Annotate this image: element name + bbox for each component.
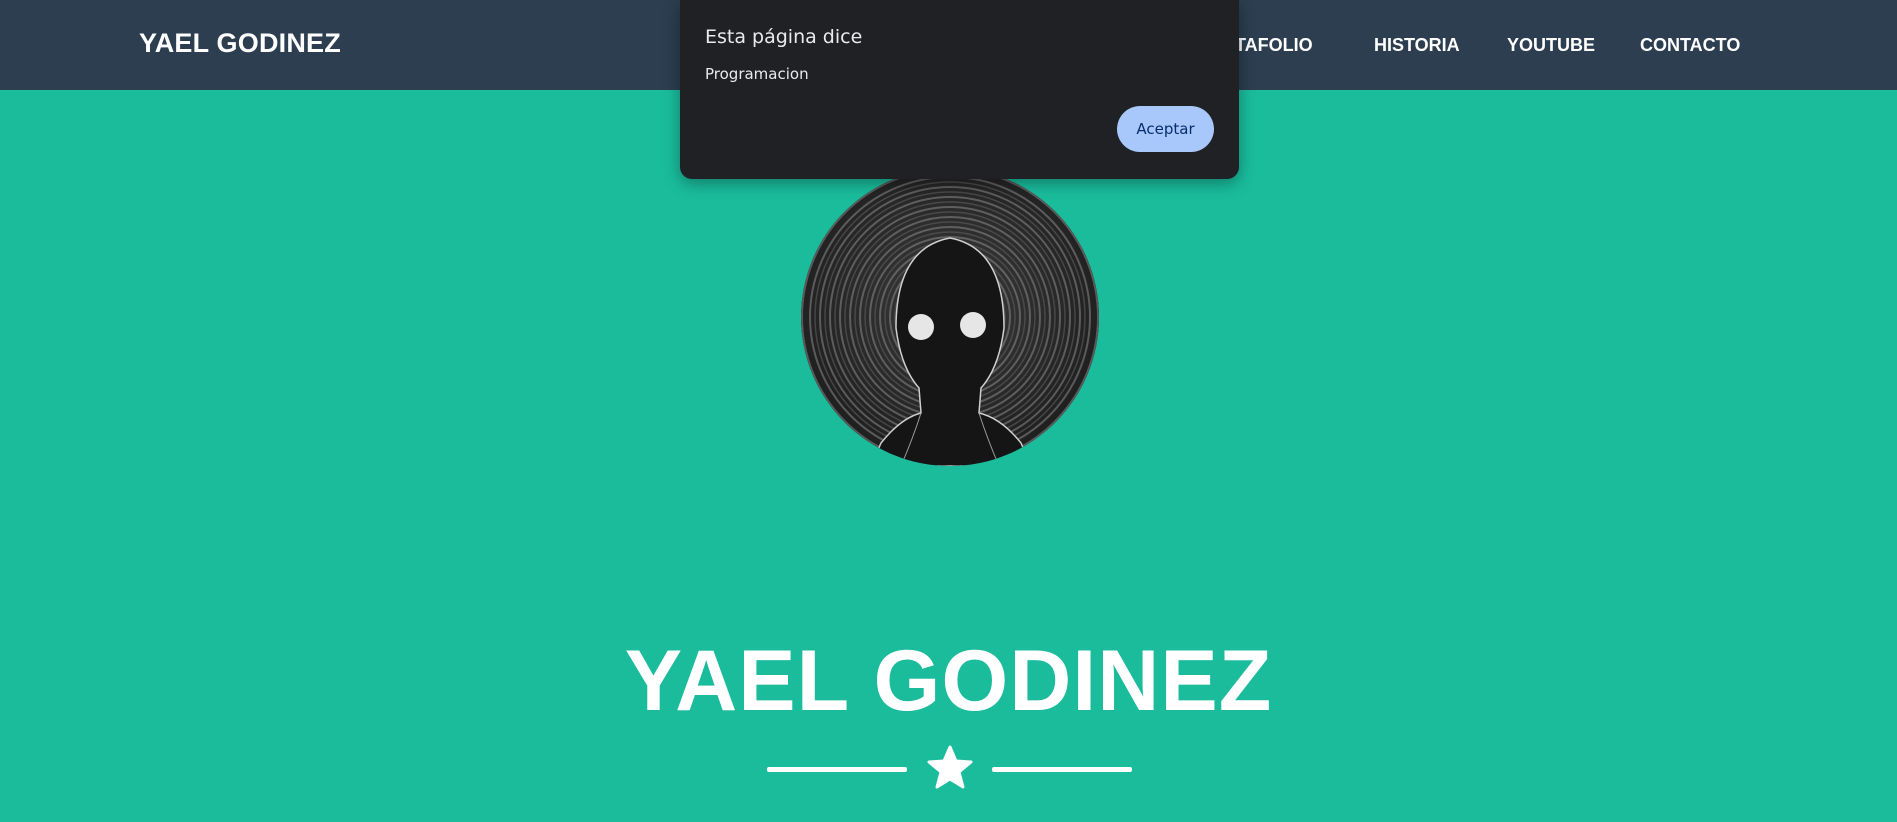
alert-dialog: Esta página dice Programacion Aceptar [680, 0, 1239, 179]
dialog-message: Programacion [705, 65, 809, 83]
avatar-figure-image [801, 168, 1099, 466]
avatar [801, 168, 1099, 466]
nav-item-historia[interactable]: HISTORIA [1374, 35, 1460, 56]
divider-line-right [992, 767, 1132, 772]
nav-item-contacto[interactable]: CONTACTO [1640, 35, 1740, 56]
divider-line-left [767, 767, 907, 772]
site-brand[interactable]: YAEL GODINEZ [139, 28, 341, 59]
nav-item-youtube[interactable]: YOUTUBE [1507, 35, 1595, 56]
dialog-title: Esta página dice [705, 26, 863, 48]
accept-button[interactable]: Aceptar [1117, 106, 1214, 152]
hero-title: YAEL GODINEZ [624, 633, 1273, 729]
star-icon [927, 745, 973, 789]
